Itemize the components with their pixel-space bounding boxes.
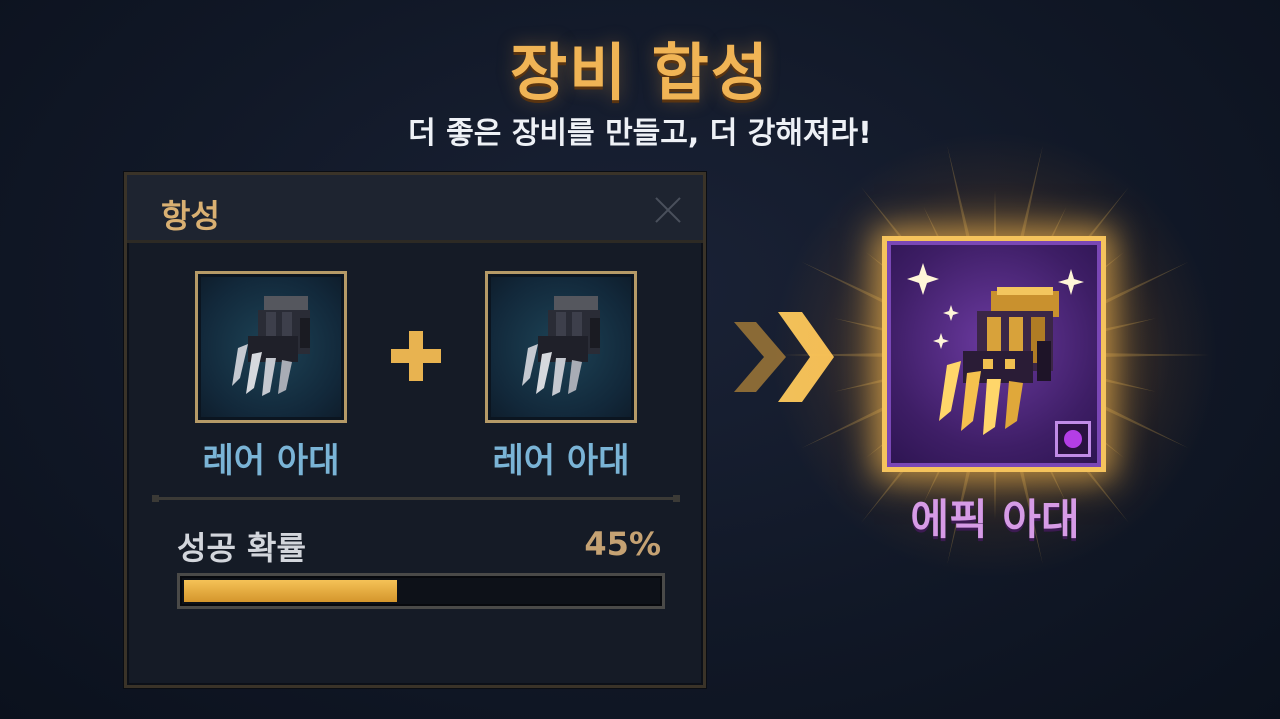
claw-gauntlet-icon — [522, 296, 600, 396]
claw-gauntlet-icon — [232, 296, 310, 396]
result-slot[interactable] — [882, 236, 1106, 472]
panel-title: 항성 — [161, 197, 220, 235]
success-rate-bar — [177, 573, 665, 609]
close-icon[interactable] — [653, 195, 683, 225]
success-rate-value: 45% — [584, 525, 661, 563]
success-rate-label: 성공 확률 — [177, 529, 306, 567]
panel-header: 항성 — [127, 175, 703, 243]
plus-icon — [391, 331, 441, 381]
synthesis-panel: 항성 레어 아대 레어 아대 성공 확률 45% — [124, 172, 706, 688]
material-slot-1[interactable] — [195, 271, 347, 423]
material-1-name: 레어 아대 — [202, 441, 340, 481]
page-title: 장비 합성 — [510, 36, 770, 109]
material-slot-2[interactable] — [485, 271, 637, 423]
success-rate-fill — [184, 580, 397, 602]
result-item-name: 에픽 아대 — [910, 495, 1080, 544]
divider — [152, 495, 680, 502]
epic-rarity-gem-icon — [1055, 421, 1091, 457]
material-2-name: 레어 아대 — [492, 441, 630, 481]
